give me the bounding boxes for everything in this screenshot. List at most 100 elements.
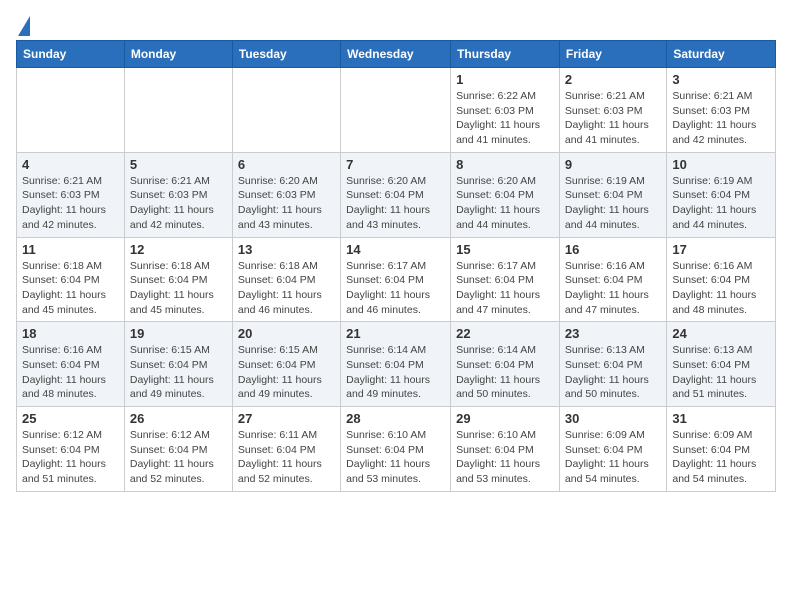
calendar-cell: 10 Sunrise: 6:19 AM Sunset: 6:04 PM Dayl… [667,152,776,237]
calendar-cell [341,68,451,153]
day-number: 22 [456,326,554,341]
day-number: 13 [238,242,335,257]
calendar-cell: 27 Sunrise: 6:11 AM Sunset: 6:04 PM Dayl… [232,407,340,492]
calendar-cell: 3 Sunrise: 6:21 AM Sunset: 6:03 PM Dayli… [667,68,776,153]
day-number: 6 [238,157,335,172]
calendar-cell: 5 Sunrise: 6:21 AM Sunset: 6:03 PM Dayli… [124,152,232,237]
logo [16,16,30,32]
day-number: 15 [456,242,554,257]
week-row-1: 1 Sunrise: 6:22 AM Sunset: 6:03 PM Dayli… [17,68,776,153]
calendar-cell: 16 Sunrise: 6:16 AM Sunset: 6:04 PM Dayl… [559,237,666,322]
logo-triangle-icon [18,16,30,36]
calendar-cell: 9 Sunrise: 6:19 AM Sunset: 6:04 PM Dayli… [559,152,666,237]
day-number: 20 [238,326,335,341]
week-row-2: 4 Sunrise: 6:21 AM Sunset: 6:03 PM Dayli… [17,152,776,237]
day-info: Sunrise: 6:18 AM Sunset: 6:04 PM Dayligh… [130,259,227,318]
day-info: Sunrise: 6:10 AM Sunset: 6:04 PM Dayligh… [456,428,554,487]
calendar-cell: 30 Sunrise: 6:09 AM Sunset: 6:04 PM Dayl… [559,407,666,492]
day-number: 11 [22,242,119,257]
day-info: Sunrise: 6:14 AM Sunset: 6:04 PM Dayligh… [456,343,554,402]
calendar-cell: 21 Sunrise: 6:14 AM Sunset: 6:04 PM Dayl… [341,322,451,407]
day-info: Sunrise: 6:21 AM Sunset: 6:03 PM Dayligh… [22,174,119,233]
day-number: 12 [130,242,227,257]
calendar-header-row: SundayMondayTuesdayWednesdayThursdayFrid… [17,41,776,68]
calendar-cell: 19 Sunrise: 6:15 AM Sunset: 6:04 PM Dayl… [124,322,232,407]
calendar-cell: 26 Sunrise: 6:12 AM Sunset: 6:04 PM Dayl… [124,407,232,492]
week-row-5: 25 Sunrise: 6:12 AM Sunset: 6:04 PM Dayl… [17,407,776,492]
day-info: Sunrise: 6:11 AM Sunset: 6:04 PM Dayligh… [238,428,335,487]
day-info: Sunrise: 6:17 AM Sunset: 6:04 PM Dayligh… [346,259,445,318]
day-number: 10 [672,157,770,172]
calendar-cell: 25 Sunrise: 6:12 AM Sunset: 6:04 PM Dayl… [17,407,125,492]
day-number: 16 [565,242,661,257]
calendar-cell: 13 Sunrise: 6:18 AM Sunset: 6:04 PM Dayl… [232,237,340,322]
day-info: Sunrise: 6:19 AM Sunset: 6:04 PM Dayligh… [565,174,661,233]
header-saturday: Saturday [667,41,776,68]
day-info: Sunrise: 6:17 AM Sunset: 6:04 PM Dayligh… [456,259,554,318]
day-info: Sunrise: 6:16 AM Sunset: 6:04 PM Dayligh… [22,343,119,402]
header-friday: Friday [559,41,666,68]
page-header [16,16,776,32]
day-number: 23 [565,326,661,341]
day-number: 8 [456,157,554,172]
calendar-cell: 4 Sunrise: 6:21 AM Sunset: 6:03 PM Dayli… [17,152,125,237]
calendar-cell: 23 Sunrise: 6:13 AM Sunset: 6:04 PM Dayl… [559,322,666,407]
calendar-cell [124,68,232,153]
day-info: Sunrise: 6:22 AM Sunset: 6:03 PM Dayligh… [456,89,554,148]
day-number: 7 [346,157,445,172]
day-info: Sunrise: 6:20 AM Sunset: 6:04 PM Dayligh… [456,174,554,233]
day-number: 17 [672,242,770,257]
day-info: Sunrise: 6:16 AM Sunset: 6:04 PM Dayligh… [672,259,770,318]
calendar-cell [232,68,340,153]
day-info: Sunrise: 6:09 AM Sunset: 6:04 PM Dayligh… [565,428,661,487]
day-number: 30 [565,411,661,426]
day-info: Sunrise: 6:19 AM Sunset: 6:04 PM Dayligh… [672,174,770,233]
calendar-cell: 11 Sunrise: 6:18 AM Sunset: 6:04 PM Dayl… [17,237,125,322]
header-sunday: Sunday [17,41,125,68]
calendar-table: SundayMondayTuesdayWednesdayThursdayFrid… [16,40,776,492]
day-info: Sunrise: 6:13 AM Sunset: 6:04 PM Dayligh… [565,343,661,402]
day-info: Sunrise: 6:20 AM Sunset: 6:03 PM Dayligh… [238,174,335,233]
day-number: 27 [238,411,335,426]
calendar-cell: 14 Sunrise: 6:17 AM Sunset: 6:04 PM Dayl… [341,237,451,322]
day-info: Sunrise: 6:20 AM Sunset: 6:04 PM Dayligh… [346,174,445,233]
day-info: Sunrise: 6:12 AM Sunset: 6:04 PM Dayligh… [22,428,119,487]
header-tuesday: Tuesday [232,41,340,68]
calendar-cell: 1 Sunrise: 6:22 AM Sunset: 6:03 PM Dayli… [451,68,560,153]
day-number: 3 [672,72,770,87]
day-info: Sunrise: 6:21 AM Sunset: 6:03 PM Dayligh… [672,89,770,148]
day-number: 4 [22,157,119,172]
calendar-cell: 7 Sunrise: 6:20 AM Sunset: 6:04 PM Dayli… [341,152,451,237]
day-number: 1 [456,72,554,87]
day-info: Sunrise: 6:12 AM Sunset: 6:04 PM Dayligh… [130,428,227,487]
day-info: Sunrise: 6:16 AM Sunset: 6:04 PM Dayligh… [565,259,661,318]
day-info: Sunrise: 6:18 AM Sunset: 6:04 PM Dayligh… [238,259,335,318]
calendar-cell: 20 Sunrise: 6:15 AM Sunset: 6:04 PM Dayl… [232,322,340,407]
day-number: 19 [130,326,227,341]
header-monday: Monday [124,41,232,68]
day-number: 31 [672,411,770,426]
day-info: Sunrise: 6:10 AM Sunset: 6:04 PM Dayligh… [346,428,445,487]
week-row-3: 11 Sunrise: 6:18 AM Sunset: 6:04 PM Dayl… [17,237,776,322]
day-number: 21 [346,326,445,341]
day-info: Sunrise: 6:09 AM Sunset: 6:04 PM Dayligh… [672,428,770,487]
calendar-cell: 12 Sunrise: 6:18 AM Sunset: 6:04 PM Dayl… [124,237,232,322]
calendar-cell: 31 Sunrise: 6:09 AM Sunset: 6:04 PM Dayl… [667,407,776,492]
header-wednesday: Wednesday [341,41,451,68]
calendar-cell: 24 Sunrise: 6:13 AM Sunset: 6:04 PM Dayl… [667,322,776,407]
day-number: 14 [346,242,445,257]
day-info: Sunrise: 6:13 AM Sunset: 6:04 PM Dayligh… [672,343,770,402]
day-number: 5 [130,157,227,172]
day-info: Sunrise: 6:15 AM Sunset: 6:04 PM Dayligh… [238,343,335,402]
day-info: Sunrise: 6:14 AM Sunset: 6:04 PM Dayligh… [346,343,445,402]
calendar-cell: 17 Sunrise: 6:16 AM Sunset: 6:04 PM Dayl… [667,237,776,322]
day-number: 18 [22,326,119,341]
week-row-4: 18 Sunrise: 6:16 AM Sunset: 6:04 PM Dayl… [17,322,776,407]
calendar-cell: 8 Sunrise: 6:20 AM Sunset: 6:04 PM Dayli… [451,152,560,237]
day-info: Sunrise: 6:21 AM Sunset: 6:03 PM Dayligh… [130,174,227,233]
day-number: 9 [565,157,661,172]
calendar-cell: 22 Sunrise: 6:14 AM Sunset: 6:04 PM Dayl… [451,322,560,407]
day-info: Sunrise: 6:15 AM Sunset: 6:04 PM Dayligh… [130,343,227,402]
day-info: Sunrise: 6:21 AM Sunset: 6:03 PM Dayligh… [565,89,661,148]
day-number: 29 [456,411,554,426]
